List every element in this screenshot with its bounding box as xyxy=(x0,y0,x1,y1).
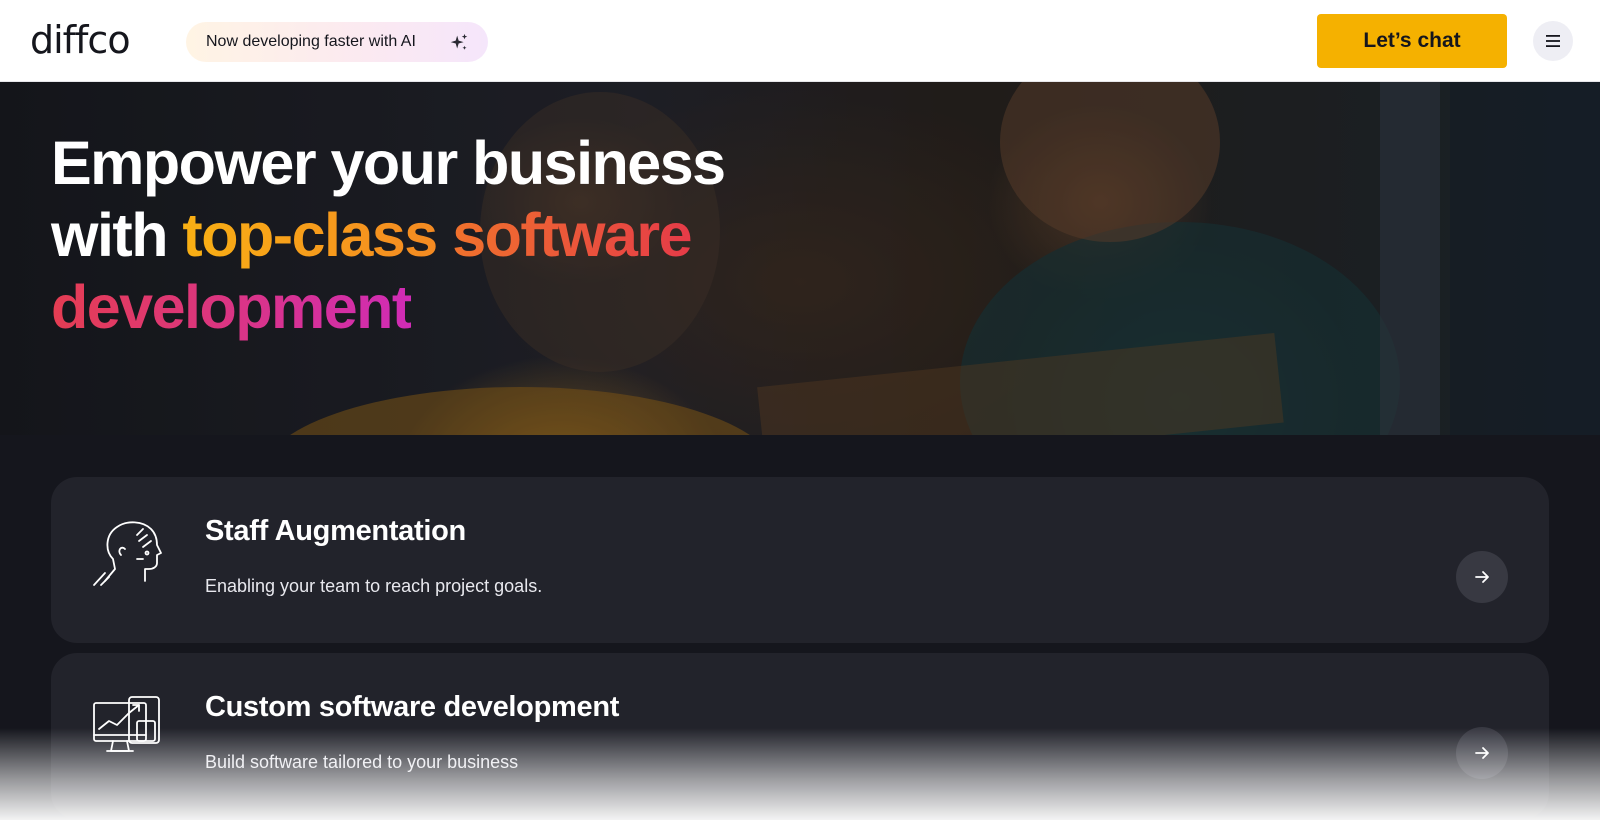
sparkle-icon xyxy=(450,33,468,50)
hero-banner: Empower your business with top-class sof… xyxy=(0,82,1600,435)
service-description: Enabling your team to reach project goal… xyxy=(205,576,543,596)
hero-heading-top-class: top-class xyxy=(182,201,438,269)
hero-heading-software: software xyxy=(452,201,692,269)
hero-heading: Empower your business with top-class sof… xyxy=(51,127,726,343)
hamburger-menu-button[interactable] xyxy=(1533,21,1573,61)
service-title: Custom software development xyxy=(205,691,620,723)
hero-heading-line-1: Empower your business xyxy=(51,129,726,197)
head-mind-icon xyxy=(93,521,162,586)
services-section: Staff Augmentation Enabling your team to… xyxy=(0,435,1600,820)
hero-heading-line-3: development xyxy=(51,273,412,341)
ai-announcement-pill[interactable]: Now developing faster with AI xyxy=(186,22,488,62)
devices-growth-icon xyxy=(93,696,160,752)
service-description: Build software tailored to your business xyxy=(205,752,519,772)
arrow-right-icon xyxy=(1475,747,1489,759)
service-arrow-button[interactable] xyxy=(1456,727,1508,779)
ai-announcement-text: Now developing faster with AI xyxy=(206,33,416,50)
hero-heading-with: with xyxy=(51,201,183,269)
hamburger-icon xyxy=(1546,35,1560,47)
hero-heading-line-2: with top-class software xyxy=(51,199,725,271)
service-title: Staff Augmentation xyxy=(205,515,466,547)
service-card-custom-software[interactable]: Custom software development Build softwa… xyxy=(51,653,1549,819)
arrow-right-icon xyxy=(1475,571,1489,583)
lets-chat-button[interactable]: Let’s chat xyxy=(1317,14,1507,68)
service-arrow-button[interactable] xyxy=(1456,551,1508,603)
top-navbar: diffco Now developing faster with AI Let… xyxy=(0,0,1600,82)
service-card-staff-augmentation[interactable]: Staff Augmentation Enabling your team to… xyxy=(51,477,1549,643)
diffco-logo[interactable]: diffco xyxy=(30,18,131,62)
